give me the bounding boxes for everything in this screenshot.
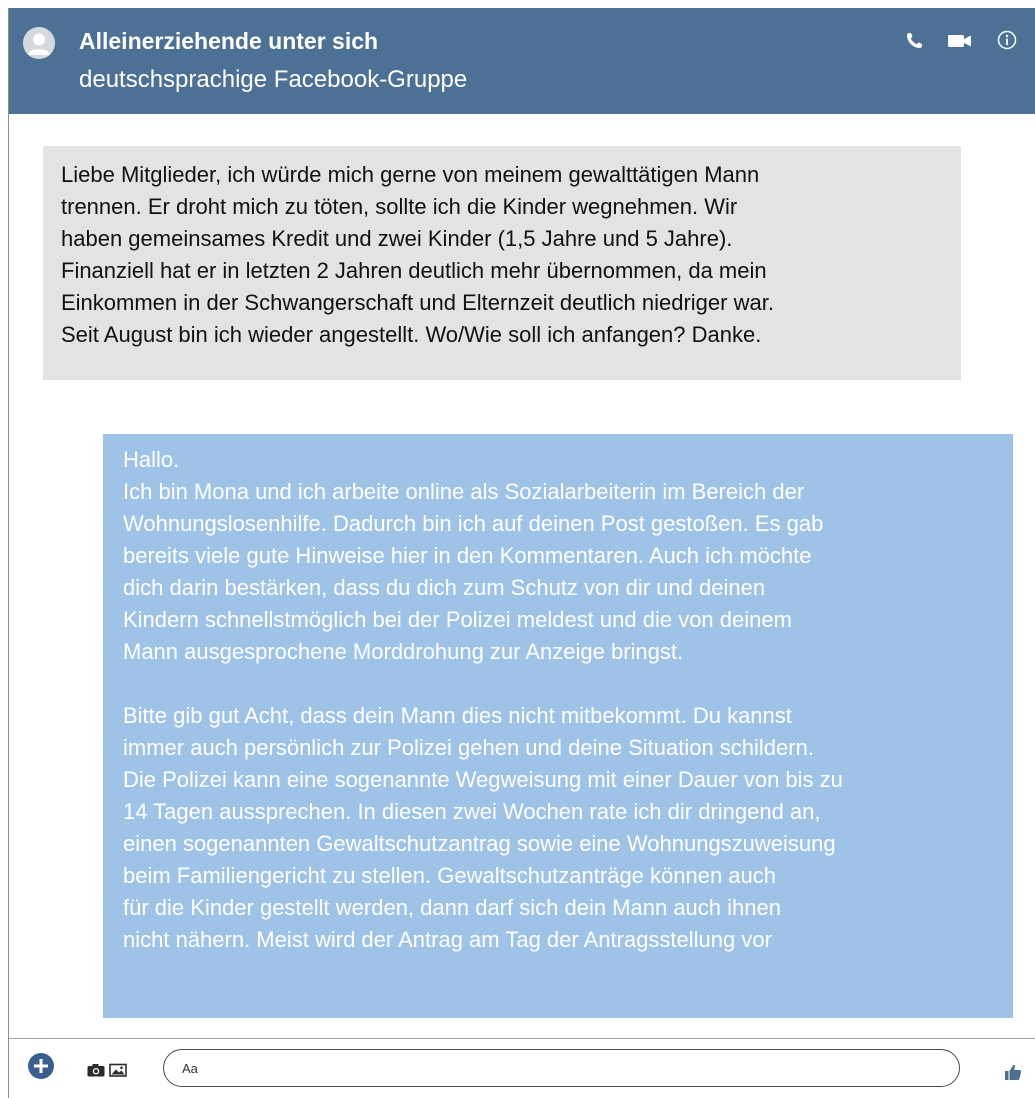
camera-icon bbox=[87, 1064, 105, 1077]
chat-header: Alleinerziehende unter sich deutschsprac… bbox=[9, 8, 1035, 114]
more-actions-button[interactable] bbox=[28, 1053, 54, 1079]
chat-subtitle: deutschsprachige Facebook-Gruppe bbox=[79, 66, 468, 93]
video-call-button[interactable] bbox=[947, 30, 971, 50]
group-avatar[interactable] bbox=[23, 27, 55, 59]
plus-icon bbox=[34, 1059, 48, 1073]
message-input[interactable] bbox=[163, 1049, 960, 1087]
camera-button[interactable] bbox=[87, 1063, 105, 1077]
message-list[interactable]: Liebe Mitglieder, ich würde mich gerne v… bbox=[9, 114, 1035, 1038]
thumbs-up-icon bbox=[1005, 1064, 1022, 1080]
message-composer bbox=[9, 1039, 1035, 1098]
chat-window: Alleinerziehende unter sich deutschsprac… bbox=[8, 8, 1035, 1098]
like-button[interactable] bbox=[1004, 1063, 1022, 1081]
user-silhouette-icon bbox=[23, 27, 55, 59]
outgoing-message: Hallo. Ich bin Mona und ich arbeite onli… bbox=[103, 434, 1013, 1018]
chat-title: Alleinerziehende unter sich bbox=[79, 28, 379, 54]
info-button[interactable] bbox=[997, 30, 1021, 50]
incoming-message: Liebe Mitglieder, ich würde mich gerne v… bbox=[43, 146, 961, 380]
phone-icon bbox=[907, 33, 922, 48]
video-camera-icon bbox=[948, 35, 971, 47]
info-icon bbox=[997, 30, 1017, 50]
call-button[interactable] bbox=[903, 30, 927, 50]
image-icon bbox=[109, 1063, 127, 1077]
image-button[interactable] bbox=[109, 1063, 127, 1077]
